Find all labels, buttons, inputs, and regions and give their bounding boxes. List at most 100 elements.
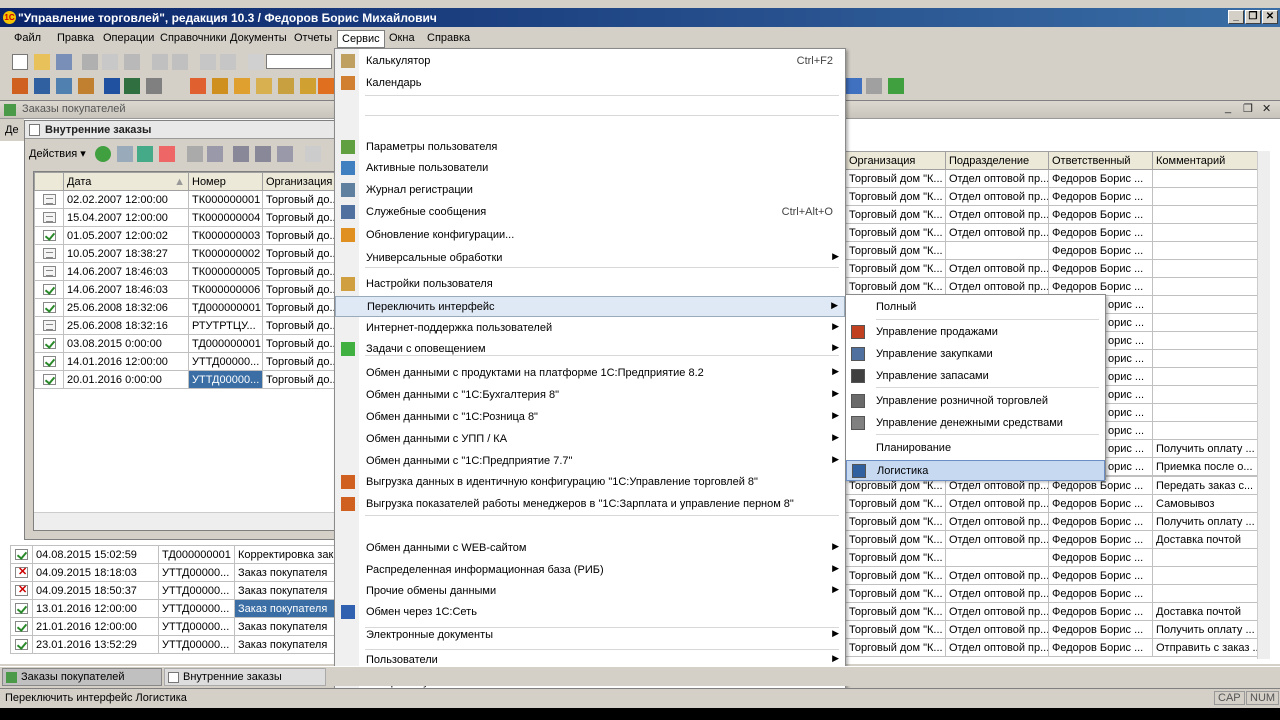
table-row[interactable]: 01.05.2007 12:00:02 ТК000000003 Торговый д… <box>34 226 336 245</box>
orders-minimize-icon[interactable]: _ <box>1225 102 1231 114</box>
cart-toolbar-icon[interactable] <box>278 78 294 94</box>
print-icon[interactable] <box>152 54 168 70</box>
table-row[interactable]: 14.06.2007 18:46:03 ТК000000005 Торговый д… <box>34 262 336 281</box>
table-row[interactable]: Торговый дом "К... Отдел оптовой пр... Фед… <box>845 602 1258 621</box>
preview-icon[interactable] <box>172 54 188 70</box>
column-number[interactable]: Номер <box>188 172 263 191</box>
table-row[interactable]: орис ... <box>1104 331 1258 350</box>
clear-filter-icon[interactable] <box>305 146 321 162</box>
table-row[interactable]: орис ... <box>1104 421 1258 440</box>
orders-restore-icon[interactable]: ❐ <box>1243 102 1253 115</box>
menu-operations[interactable]: Операции <box>103 32 154 44</box>
service-menu-item[interactable]: Журнал регистрации <box>335 180 845 201</box>
menu-documents[interactable]: Документы <box>230 32 287 44</box>
service-menu-item[interactable]: Настройки пользователя <box>335 274 845 295</box>
service-menu-item[interactable]: Распределенная информационная база (РИБ)… <box>335 560 845 581</box>
filter-value-icon[interactable] <box>255 146 271 162</box>
interface-option[interactable]: Полный <box>846 297 1105 318</box>
delete-icon[interactable] <box>159 146 175 162</box>
service-menu-item[interactable]: Обмен данными с WEB-сайтом ▶ <box>335 538 845 559</box>
table-row[interactable]: орис ... <box>1104 367 1258 386</box>
table-toolbar-icon[interactable] <box>846 78 862 94</box>
menu-catalogs[interactable]: Справочники <box>160 32 227 44</box>
service-menu-item[interactable]: Интернет-поддержка пользователей ▶ <box>335 318 845 339</box>
interface-option[interactable]: Управление продажами <box>846 322 1105 343</box>
table-row[interactable]: Торговый дом "К... Отдел оптовой пр... Фед… <box>845 223 1258 242</box>
column-organization[interactable]: Организация <box>262 172 336 191</box>
minimize-button[interactable]: _ <box>1228 10 1244 24</box>
table-row[interactable]: 14.01.2016 12:00:00 УТТД00000... Торговый … <box>34 352 336 371</box>
interval-icon[interactable] <box>187 146 203 162</box>
table-row[interactable]: Торговый дом "К... Федоров Борис ... <box>845 241 1258 260</box>
actions-menu-button[interactable]: Действия ▾ <box>29 147 86 160</box>
table-row[interactable]: 14.06.2007 18:46:03 ТК000000006 Торговый д… <box>34 280 336 299</box>
find-icon[interactable] <box>207 146 223 162</box>
table-row[interactable]: орис ... <box>1104 403 1258 422</box>
search-icon[interactable] <box>248 54 264 70</box>
service-menu-item[interactable]: Переключить интерфейс ▶ <box>335 296 845 317</box>
table-row[interactable]: Торговый дом "К... Федоров Борис ... <box>845 548 1258 567</box>
orders-vertical-scrollbar[interactable] <box>1257 151 1270 659</box>
interface-option[interactable]: Управление закупками <box>846 344 1105 365</box>
doc-toolbar-icon[interactable] <box>866 78 882 94</box>
journal-icon[interactable] <box>34 78 50 94</box>
menu-service[interactable]: Сервис <box>337 30 385 48</box>
interface-option[interactable]: Управление запасами <box>846 366 1105 387</box>
book-icon[interactable] <box>12 78 28 94</box>
tools-icon[interactable] <box>146 78 162 94</box>
table-row[interactable]: 23.01.2016 13:52:29 УТТД00000... Заказ пок… <box>10 635 335 654</box>
menu-file[interactable]: Файл <box>14 32 41 44</box>
add-icon[interactable] <box>95 146 111 162</box>
service-menu-item[interactable]: Обновление конфигурации... <box>335 225 845 246</box>
search-input[interactable] <box>266 54 332 69</box>
column-organization[interactable]: Организация <box>845 151 946 170</box>
interface-option[interactable]: Логистика <box>846 460 1105 481</box>
service-menu-item[interactable]: Выгрузка показателей работы менеджеров в… <box>335 494 845 515</box>
orders-toolbar-icon[interactable] <box>318 78 334 94</box>
table-row[interactable]: Торговый дом "К... Отдел оптовой пр... Фед… <box>845 620 1258 639</box>
service-menu-item[interactable]: Обмен данными с "1С:Розница 8" ▶ <box>335 407 845 428</box>
table-row[interactable]: 04.09.2015 18:50:37УТТД00000...Заказ пок… <box>10 581 335 600</box>
undo-icon[interactable] <box>200 54 216 70</box>
table-row[interactable]: 10.05.2007 18:38:27 ТК000000002 Торговый д… <box>34 244 336 263</box>
table-row[interactable]: Торговый дом "К... Отдел оптовой пр... Фед… <box>845 584 1258 603</box>
edit-icon[interactable] <box>137 146 153 162</box>
table-row[interactable]: орис ... <box>1104 349 1258 368</box>
table-row[interactable]: Торговый дом "К... Отдел оптовой пр... Фед… <box>845 530 1258 549</box>
table-row[interactable]: 21.01.2016 12:00:00 УТТД00000... Заказ пок… <box>10 617 335 636</box>
service-menu-item[interactable]: Обмен данными с продуктами на платформе … <box>335 363 845 384</box>
tab-internal-orders[interactable]: Внутренние заказы <box>164 668 326 686</box>
sales-toolbar-icon[interactable] <box>190 78 206 94</box>
table-row[interactable]: 03.08.2015 0:00:00 ТД000000001 Торговый до… <box>34 334 336 353</box>
service-menu-item[interactable]: Обмен данными с "1С:Бухгалтерия 8" ▶ <box>335 385 845 406</box>
purchase-toolbar-icon[interactable] <box>212 78 228 94</box>
table-row[interactable]: 15.04.2007 12:00:00 ТК000000004 Торговый д… <box>34 208 336 227</box>
table-row[interactable]: Торговый дом "К... Отдел оптовой пр... Фед… <box>845 169 1258 188</box>
process-toolbar-icon[interactable] <box>888 78 904 94</box>
interface-option[interactable]: Планирование <box>846 438 1105 459</box>
service-menu-item[interactable]: Калькулятор Ctrl+F2 <box>335 51 845 72</box>
column-comment[interactable]: Комментарий <box>1152 151 1258 170</box>
tab-customer-orders[interactable]: Заказы покупателей <box>2 668 162 686</box>
redo-icon[interactable] <box>220 54 236 70</box>
table-row[interactable]: Торговый дом "К... Отдел оптовой пр... Фед… <box>845 566 1258 585</box>
save-icon[interactable] <box>56 54 72 70</box>
service-menu-item[interactable]: Прочие обмены данными ▶ <box>335 581 845 602</box>
report-icon[interactable] <box>56 78 72 94</box>
table-row[interactable]: Торговый дом "К... Отдел оптовой пр... Фед… <box>845 494 1258 513</box>
table-row[interactable]: 13.01.2016 12:00:00 УТТД00000... Заказ пок… <box>10 599 335 618</box>
restore-button[interactable]: ❐ <box>1245 10 1261 24</box>
service-menu-item[interactable]: Календарь <box>335 73 845 94</box>
new-icon[interactable] <box>12 54 28 70</box>
table-row[interactable]: 25.06.2008 18:32:06 ТД000000001 Торговый д… <box>34 298 336 317</box>
column-responsible[interactable]: Ответственный <box>1048 151 1153 170</box>
money-toolbar-icon[interactable] <box>234 78 250 94</box>
copy-icon[interactable] <box>102 54 118 70</box>
column-department[interactable]: Подразделение <box>945 151 1049 170</box>
filter-list-icon[interactable] <box>277 146 293 162</box>
service-menu-item[interactable]: Обмен данными с "1С:Предприятие 7.7" ▶ <box>335 451 845 472</box>
close-button[interactable]: ✕ <box>1262 10 1278 24</box>
service-menu-item[interactable]: Параметры пользователя <box>335 137 845 158</box>
open-folder-icon[interactable] <box>34 54 50 70</box>
filter-icon[interactable] <box>233 146 249 162</box>
